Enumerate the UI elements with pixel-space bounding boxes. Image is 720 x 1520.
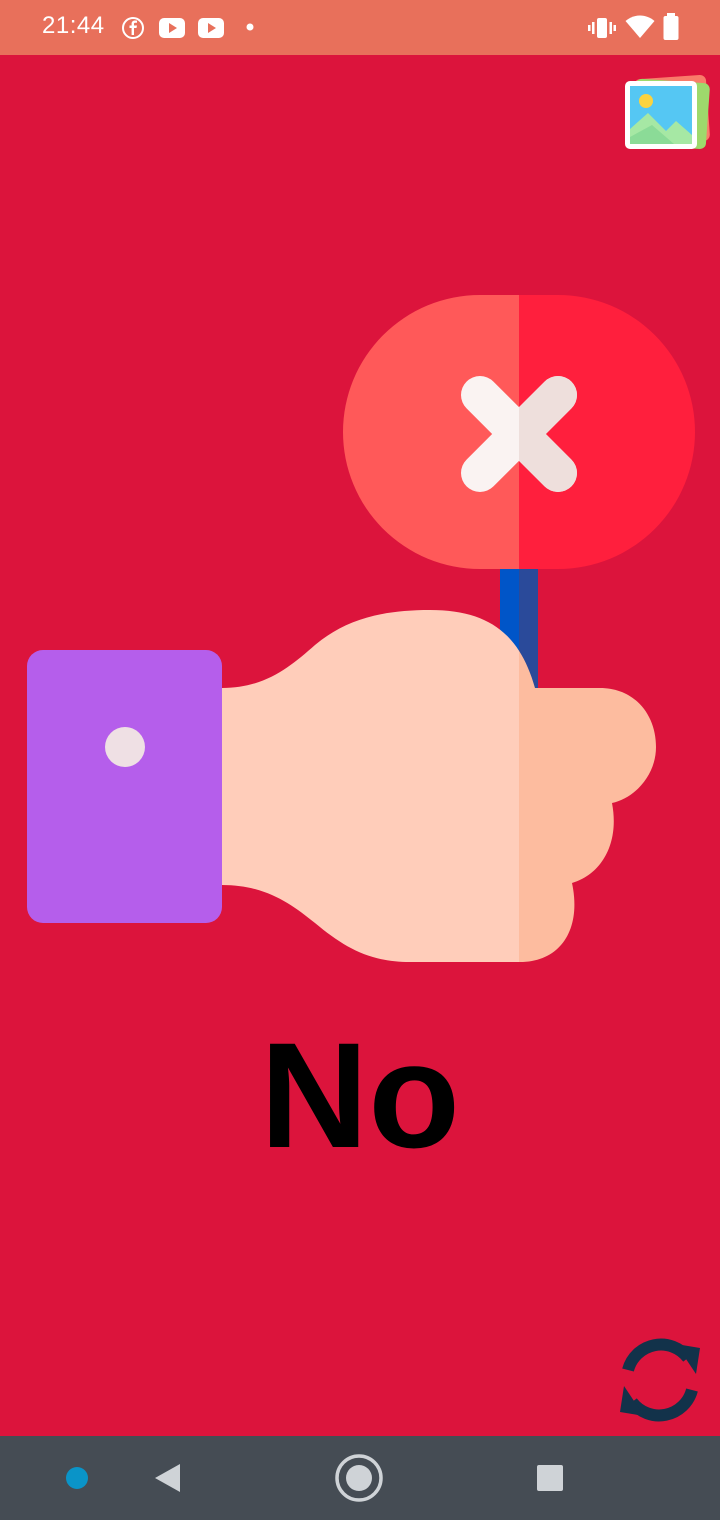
screen: 21:44 No: [0, 0, 720, 1520]
status-bar: 21:44: [0, 0, 720, 55]
hand-holding-no-sign-illustration: [27, 295, 695, 962]
facebook-icon: [122, 17, 144, 39]
battery-icon: [663, 13, 679, 40]
refresh-button[interactable]: [610, 1330, 710, 1430]
recents-icon[interactable]: [536, 1464, 564, 1492]
no-sign: [343, 295, 695, 569]
home-icon[interactable]: [334, 1453, 384, 1503]
navigation-bar: [0, 1436, 720, 1520]
wifi-icon: [625, 15, 655, 38]
youtube-icon: [159, 18, 185, 38]
dot-icon: [246, 23, 254, 31]
vibrate-icon: [588, 18, 616, 38]
sleeve: [27, 650, 222, 923]
dot-indicator: [66, 1467, 88, 1489]
status-time: 21:44: [42, 12, 105, 39]
word-label: No: [260, 1011, 460, 1179]
card-area: No: [0, 55, 720, 1436]
refresh-icon: [620, 1338, 700, 1422]
hand: [222, 610, 656, 962]
youtube-icon: [198, 18, 224, 38]
back-icon[interactable]: [152, 1462, 182, 1494]
sleeve-button: [105, 727, 145, 767]
